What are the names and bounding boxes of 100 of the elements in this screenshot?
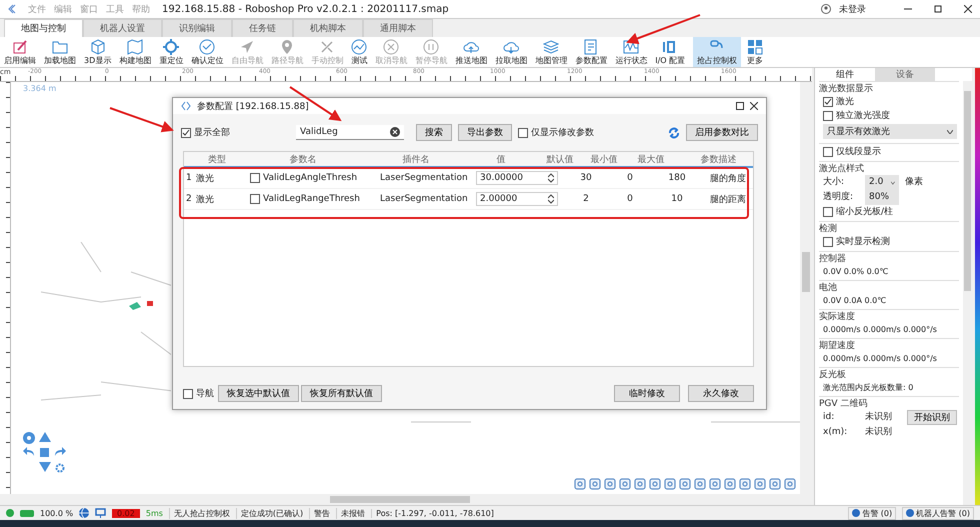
toolbar-button[interactable]: 运行状态	[611, 37, 652, 67]
view-tool-icon[interactable]	[724, 478, 736, 490]
column-header[interactable]: 参数名	[238, 152, 368, 166]
search-field[interactable]: ValidLeg	[296, 125, 404, 140]
ribbon-tab[interactable]: 通用脚本	[363, 19, 433, 37]
user-icon	[821, 4, 831, 14]
value-spinbox[interactable]: 2.00000	[476, 192, 558, 206]
column-header[interactable]: 值	[464, 152, 538, 166]
settings-icon[interactable]	[55, 463, 65, 473]
view-tool-icon[interactable]	[769, 478, 781, 490]
toolbar-button[interactable]: 重定位	[155, 37, 188, 67]
view-tool-icon[interactable]	[739, 478, 751, 490]
close-icon[interactable]	[964, 5, 972, 13]
view-tool-icon[interactable]	[694, 478, 706, 490]
checkbox[interactable]: 实时显示检测	[819, 235, 959, 249]
column-header[interactable]: 类型	[196, 152, 238, 166]
up-arrow-icon[interactable]	[39, 432, 51, 442]
dropdown[interactable]: 80%	[865, 190, 899, 205]
column-header[interactable]: 插件名	[368, 152, 464, 166]
close-icon[interactable]	[750, 102, 758, 110]
toolbar-button[interactable]: 抢占控制权	[693, 36, 742, 66]
pen-icon	[12, 38, 28, 54]
toolbar-button[interactable]: 参数配置	[571, 37, 612, 67]
restore-button[interactable]: 恢复选中默认值	[218, 385, 299, 402]
down-arrow-icon[interactable]	[39, 462, 51, 472]
search-button[interactable]: 搜索	[416, 124, 452, 141]
checkbox[interactable]: 激光	[819, 95, 959, 109]
user-label[interactable]: 未登录	[839, 2, 866, 16]
column-header[interactable]: 最小值	[582, 152, 626, 166]
panel-scrollbar[interactable]	[963, 81, 972, 505]
cancel-circle-icon	[383, 38, 400, 54]
field-value: 未识别	[865, 426, 893, 439]
view-tool-icon[interactable]	[604, 478, 616, 490]
checkbox[interactable]: 缩小反光板/柱	[819, 205, 959, 219]
toolbar-button[interactable]: 3D显示	[80, 37, 116, 67]
alert-button[interactable]: 告警 (0)	[848, 506, 896, 520]
ribbon-tab[interactable]: 识别编辑	[162, 19, 232, 37]
maximize-icon[interactable]	[736, 102, 744, 110]
section-title: 控制器	[819, 253, 847, 265]
checkbox[interactable]: 显示全部	[181, 126, 230, 139]
section-title: 电池	[819, 282, 838, 294]
sync-icon[interactable]	[668, 126, 680, 138]
toolbar-button[interactable]: 构建地图	[115, 37, 156, 67]
toolbar-button[interactable]: 测试	[347, 37, 372, 67]
view-tool-icon[interactable]	[664, 478, 676, 490]
dropdown[interactable]: 只显示有效激光	[823, 124, 957, 139]
ribbon-tab[interactable]: 任务链	[232, 19, 293, 37]
view-tool-icon[interactable]	[649, 478, 661, 490]
check-circle-icon	[199, 38, 216, 54]
column-header[interactable]: 默认值	[538, 152, 582, 166]
reading-text: 0.000m/s 0.000m/s 0.000°/s	[822, 353, 938, 365]
checkbox[interactable]: 导航	[183, 387, 214, 400]
panel-tab[interactable]: 设备	[875, 68, 935, 81]
alert-button[interactable]: 机器人告警 (0)	[902, 506, 974, 520]
rotate-right-icon[interactable]	[54, 447, 66, 457]
ribbon-tab[interactable]: 地图与控制	[4, 19, 83, 37]
spin-arrows-icon[interactable]	[548, 194, 554, 204]
row-checkbox[interactable]	[250, 194, 260, 204]
toolbar-button[interactable]: 启用编辑	[0, 37, 40, 67]
table-cell-text: 180	[667, 173, 687, 183]
column-header[interactable]: 参数描述	[676, 152, 753, 166]
view-tool-icon[interactable]	[784, 478, 796, 490]
toolbar-button[interactable]: 拉取地图	[491, 37, 532, 67]
dropdown[interactable]: 2.0	[865, 175, 899, 190]
spin-arrows-icon[interactable]	[548, 173, 554, 183]
vertical-scrollbar[interactable]	[800, 82, 812, 494]
section-title: 激光数据显示	[819, 83, 874, 95]
view-tool-icon[interactable]	[589, 478, 601, 490]
toolbar-button[interactable]: 加载地图	[40, 37, 80, 67]
toolbar-button[interactable]: 推送地图	[451, 37, 492, 67]
view-tool-icon[interactable]	[634, 478, 646, 490]
clear-icon[interactable]	[390, 127, 400, 137]
rotate-left-icon[interactable]	[23, 447, 35, 457]
checkbox[interactable]: 仅显示修改参数	[518, 126, 594, 139]
view-tool-icon[interactable]	[574, 478, 586, 490]
table-cell-text: LaserSegmentation	[380, 173, 469, 183]
toolbar-button[interactable]: 地图管理	[531, 37, 572, 67]
toolbar-button[interactable]: 更多	[743, 37, 768, 67]
checkbox[interactable]: 独立激光强度	[819, 109, 959, 123]
row-checkbox[interactable]	[250, 173, 260, 183]
checkbox[interactable]: 仅线段显示	[819, 145, 959, 159]
maximize-icon[interactable]	[934, 5, 942, 13]
column-header[interactable]: 最大值	[626, 152, 676, 166]
ribbon-tab[interactable]: 机构脚本	[293, 19, 363, 37]
toolbar-button[interactable]: I/O 配置	[651, 37, 690, 67]
export-button[interactable]: 导出参数	[458, 124, 512, 141]
apply-button[interactable]: 临时修改	[614, 385, 680, 402]
toolbar-button[interactable]: 确认定位	[187, 37, 228, 67]
value-spinbox[interactable]: 30.00000	[476, 171, 558, 185]
view-tool-icon[interactable]	[754, 478, 766, 490]
status-text: 定位成功(已确认)	[236, 508, 304, 518]
view-tool-icon[interactable]	[679, 478, 691, 490]
start-button[interactable]: 开始识别	[907, 410, 957, 425]
view-tool-icon[interactable]	[709, 478, 721, 490]
view-tool-icon[interactable]	[619, 478, 631, 490]
restore-button[interactable]: 恢复所有默认值	[301, 385, 382, 402]
apply-button[interactable]: 永久修改	[688, 385, 754, 402]
ribbon-tab[interactable]: 机器人设置	[83, 19, 162, 37]
compare-button[interactable]: 启用参数对比	[686, 124, 758, 141]
horizontal-scrollbar[interactable]	[0, 494, 812, 505]
